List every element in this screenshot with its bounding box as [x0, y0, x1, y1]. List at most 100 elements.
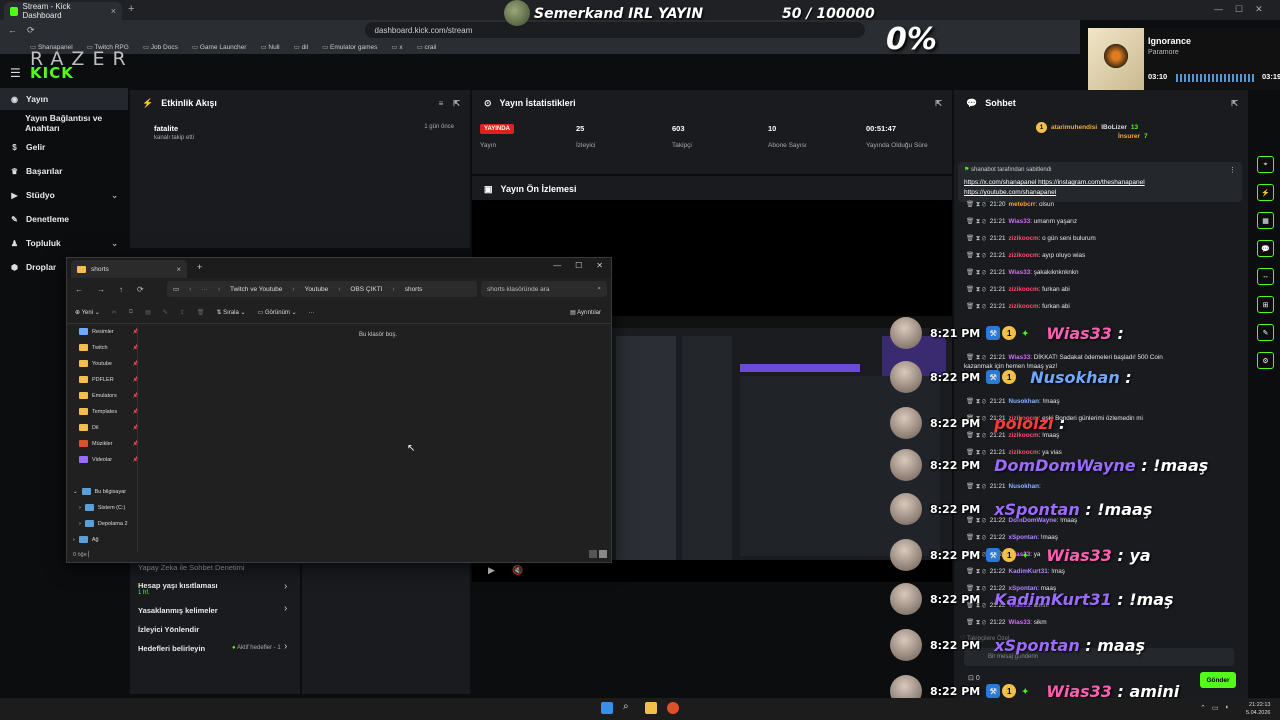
refresh-icon[interactable]: ⟳ [27, 25, 35, 36]
bookmark-item[interactable]: Job Docs [143, 43, 178, 51]
bookmark-item[interactable]: Null [260, 43, 279, 51]
popout-icon[interactable]: ⇱ [1231, 99, 1238, 108]
chat-message[interactable]: 🗑 ⧗ ⊘ 21:20 metebcrr: olsun [966, 200, 1054, 209]
pinned-link[interactable]: https://youtube.com/shanapanel [964, 189, 1056, 196]
tree-item[interactable]: ⌄ Bu bilgisayar [73, 488, 133, 495]
chat-message[interactable]: 🗑 ⧗ ⊘ 21:21 Wias33: şakakıknknknkn [966, 268, 1079, 277]
mod-actions-icon[interactable]: 🗑 ⧗ ⊘ [966, 201, 988, 208]
pin-icon[interactable]: 📌 [133, 361, 139, 367]
bookmark-item[interactable]: Game Launcher [192, 43, 247, 51]
new-tab-icon[interactable]: + [197, 262, 202, 272]
explorer-tab[interactable]: shorts × [71, 260, 187, 278]
paste-icon[interactable]: ▤ [145, 309, 151, 316]
sidebar-item[interactable]: ▶ Stüdyo ⌄ [0, 184, 128, 206]
nav-pane-item[interactable]: Twitch 📌 [79, 344, 139, 351]
sidebar-item[interactable]: $ Gelir [0, 136, 128, 158]
pin-icon[interactable]: 📌 [133, 425, 139, 431]
top-user[interactable]: atarimuhendisi [1051, 124, 1097, 131]
browser-tab[interactable]: Stream - Kick Dashboard × [4, 2, 122, 20]
new-tab-icon[interactable]: + [128, 3, 134, 15]
close-tab-icon[interactable]: × [111, 6, 116, 16]
target-icon[interactable]: ⌖ [1257, 156, 1274, 173]
chat-message[interactable]: 🗑 ⧗ ⊘ 21:21 zizikoocm: furkan abi [966, 285, 1070, 294]
popout-icon[interactable]: ⇱ [935, 99, 942, 108]
details-view-icon[interactable] [589, 550, 597, 558]
pin-icon[interactable]: 📌 [133, 377, 139, 383]
chat-message[interactable]: 🗑 ⧗ ⊘ 21:21 zizikoocm: furkan abi [966, 302, 1070, 311]
brave-browser-icon[interactable] [667, 702, 679, 714]
nav-pane-item[interactable]: PDFLER 📌 [79, 376, 139, 383]
mod-actions-icon[interactable]: 🗑 ⧗ ⊘ [966, 303, 988, 310]
chevron-down-icon[interactable]: ⌄ [73, 489, 78, 495]
pin-icon[interactable]: 📌 [133, 441, 139, 447]
nav-pane-item[interactable]: Müzikler 📌 [79, 440, 139, 447]
pin-icon[interactable]: 📌 [133, 457, 139, 463]
chevron-up-icon[interactable]: ⌃ [1200, 704, 1206, 712]
goals-label[interactable]: Hedefleri belirleyin [138, 644, 205, 653]
sidebar-item[interactable]: ◉ Yayın [0, 88, 128, 110]
bolt-icon[interactable]: ⚡ [1257, 184, 1274, 201]
mod-actions-icon[interactable]: 🗑 ⧗ ⊘ [966, 398, 988, 405]
pin-icon[interactable]: 📌 [133, 409, 139, 415]
swap-icon[interactable]: ↔ [1257, 268, 1274, 285]
sidebar-item[interactable]: Yayın Bağlantısı ve Anahtarı [0, 112, 128, 134]
start-icon[interactable] [601, 702, 613, 714]
layout-icon[interactable]: ⊞ [1257, 296, 1274, 313]
settings-icon[interactable]: ⚙ [1257, 352, 1274, 369]
bookmark-item[interactable]: dil [294, 43, 309, 51]
mod-actions-icon[interactable]: 🗑 ⧗ ⊘ [966, 252, 988, 259]
chevron-down-icon[interactable]: ⌄ [111, 239, 118, 248]
nav-pane-item[interactable]: Templates 📌 [79, 408, 139, 415]
forward-icon[interactable]: → [97, 285, 105, 294]
tree-item[interactable]: › Ağ [73, 536, 133, 543]
chat-message[interactable]: 🗑 ⧗ ⊘ 21:22 Wias33: sikm [966, 618, 1047, 627]
chat-message[interactable]: 🗑 ⧗ ⊘ 21:21 Wias33: umarım yaşarız [966, 217, 1077, 226]
cut-icon[interactable]: ✂ [112, 309, 117, 316]
chat-username[interactable]: Nusokhan [1009, 398, 1039, 405]
chat-message[interactable]: 🗑 ⧗ ⊘ 21:21 Nusokhan: !maaş [966, 397, 1060, 406]
chat-message[interactable]: 🗑 ⧗ ⊘ 21:21 zizikoocm: o gün seni bulurum [966, 234, 1096, 243]
pin-icon[interactable]: 📌 [133, 345, 139, 351]
chevron-right-icon[interactable]: › [284, 581, 287, 592]
chat-username[interactable]: Wias33 [1009, 619, 1031, 626]
bookmark-item[interactable]: crail [417, 43, 437, 51]
chat-username[interactable]: Wias33 [1009, 218, 1031, 225]
network-icon[interactable]: ▭ [1212, 704, 1219, 712]
top-user[interactable]: İnsurer [1118, 133, 1140, 140]
chat-username[interactable]: zizikoocm [1009, 286, 1039, 293]
pinned-link[interactable]: https://x.com/shanapanel https://instagr… [964, 179, 1145, 186]
edit-icon[interactable]: ✎ [1257, 324, 1274, 341]
activity-user[interactable]: fatalite [154, 124, 462, 133]
breadcrumb-item[interactable]: OBS ÇIKTI [350, 286, 382, 293]
view-button[interactable]: ▭ Görünüm ⌄ [258, 309, 297, 316]
sidebar-item[interactable]: ♟ Topluluk ⌄ [0, 232, 128, 254]
chevron-right-icon[interactable]: › [79, 521, 81, 527]
file-explorer-icon[interactable] [645, 702, 657, 714]
mod-actions-icon[interactable]: 🗑 ⧗ ⊘ [966, 619, 988, 626]
nav-pane-item[interactable]: Dil 📌 [79, 424, 139, 431]
details-button[interactable]: ▤ Ayrıntılar [570, 309, 601, 316]
more-icon[interactable]: ⋮ [1229, 166, 1236, 174]
chat-message[interactable]: 🗑 ⧗ ⊘ 21:21 Nusokhan: [966, 482, 1041, 491]
breadcrumb-item[interactable]: Youtube [305, 286, 329, 293]
close-icon[interactable]: ✕ [596, 261, 603, 270]
up-icon[interactable]: ↑ [119, 285, 123, 294]
back-icon[interactable]: ← [8, 25, 17, 35]
nav-pane-item[interactable]: Resimler 📌 [79, 328, 139, 335]
chat-username[interactable]: Wias33 [1009, 354, 1031, 361]
chevron-right-icon[interactable]: › [79, 505, 81, 511]
rename-icon[interactable]: ✎ [163, 309, 168, 316]
nav-pane-item[interactable]: Videolar 📌 [79, 456, 139, 463]
banned-words-label[interactable]: Yasaklanmış kelimeler [138, 606, 218, 615]
pin-icon[interactable]: 📌 [133, 393, 139, 399]
mod-actions-icon[interactable]: 🗑 ⧗ ⊘ [966, 354, 988, 361]
chat-username[interactable]: Nusokhan [1009, 483, 1039, 490]
chat-username[interactable]: zizikoocm [1009, 252, 1039, 259]
play-icon[interactable]: ▶ [488, 565, 495, 576]
breadcrumb-item[interactable]: shorts [405, 286, 423, 293]
tiles-view-icon[interactable] [599, 550, 607, 558]
chevron-right-icon[interactable]: › [284, 641, 287, 652]
volume-icon[interactable]: ◖ [1225, 704, 1229, 712]
mute-icon[interactable]: 🔇 [512, 565, 523, 576]
breadcrumb-item[interactable]: Twitch ve Youtube [230, 286, 282, 293]
